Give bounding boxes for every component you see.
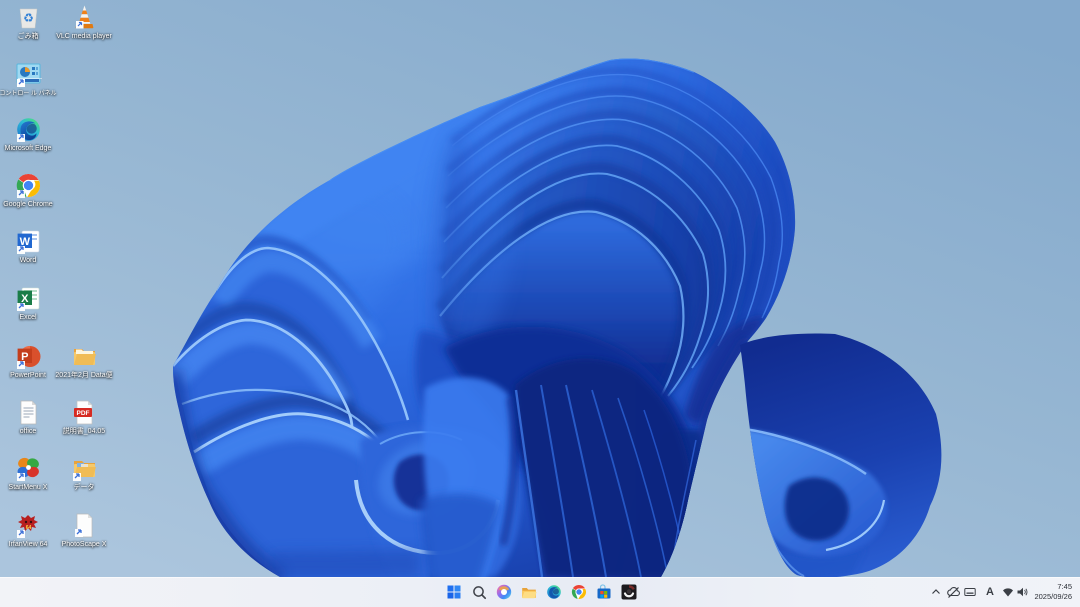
svg-text:♻: ♻ bbox=[23, 11, 34, 25]
svg-text:64: 64 bbox=[25, 525, 31, 531]
svg-text:PDF: PDF bbox=[76, 410, 89, 417]
